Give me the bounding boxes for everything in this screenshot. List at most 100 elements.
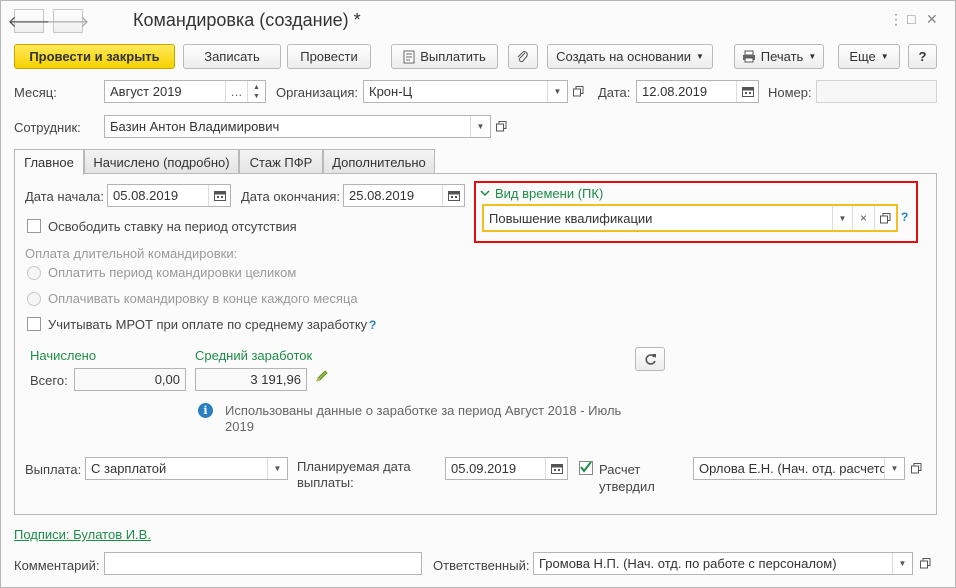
mrot-help-icon[interactable]: ?: [369, 318, 376, 332]
tab-additional[interactable]: Дополнительно: [323, 149, 435, 174]
payout-dropdown-button[interactable]: ▼: [267, 458, 287, 479]
start-date-field[interactable]: 05.08.2019: [107, 184, 231, 207]
info-text-line1: Использованы данные о заработке за перио…: [225, 403, 622, 418]
responsible-field[interactable]: Громова Н.П. (Нач. отд. по работе с перс…: [533, 552, 913, 575]
average-earnings-label: Средний заработок: [195, 348, 313, 363]
time-type-clear-button[interactable]: ×: [852, 206, 874, 230]
month-spinner[interactable]: ▲ ▼: [247, 81, 265, 102]
comment-label: Комментарий:: [14, 558, 100, 573]
post-button[interactable]: Провести: [287, 44, 371, 69]
open-approved-by-button[interactable]: [906, 458, 926, 479]
signatures-link[interactable]: Подписи: Булатов И.В.: [14, 527, 151, 542]
organization-dropdown-button[interactable]: ▼: [547, 81, 567, 102]
edit-average-button[interactable]: [315, 369, 329, 383]
date-calendar-button[interactable]: [736, 81, 758, 102]
calculation-approved-checkbox[interactable]: [579, 461, 593, 475]
dropdown-arrow-icon: ▼: [695, 52, 704, 61]
create-based-on-label: Создать на основании: [556, 49, 691, 64]
comment-field[interactable]: [104, 552, 422, 575]
payout-label: Выплата:: [25, 462, 82, 477]
back-button[interactable]: 🡐: [8, 9, 50, 33]
tab-pension-experience[interactable]: Стаж ПФР: [239, 149, 323, 174]
open-organization-button[interactable]: [568, 81, 588, 102]
organization-field[interactable]: Крон-Ц ▼: [363, 80, 568, 103]
attach-button[interactable]: [508, 44, 538, 69]
more-label: Еще: [849, 49, 876, 64]
payout-field[interactable]: С зарплатой ▼: [85, 457, 288, 480]
close-icon[interactable]: ✕: [926, 11, 938, 28]
open-time-type-button[interactable]: [874, 206, 896, 230]
tab-main[interactable]: Главное: [14, 149, 84, 175]
forward-button[interactable]: 🡒: [47, 9, 89, 33]
time-type-value: Повышение квалификации: [489, 210, 653, 226]
arrow-left-icon: 🡐: [7, 13, 51, 31]
month-label: Месяц:: [14, 85, 57, 100]
release-rate-label: Освободить ставку на период отсутствия: [48, 219, 297, 234]
mrot-checkbox[interactable]: [27, 317, 41, 331]
organization-value: Крон-Ц: [369, 84, 413, 99]
total-field: 0,00: [74, 368, 186, 391]
save-button[interactable]: Записать: [183, 44, 281, 69]
open-employee-button[interactable]: [491, 116, 511, 137]
approved-label-line1: Расчет: [599, 462, 641, 477]
employee-dropdown-button[interactable]: ▼: [470, 116, 490, 137]
time-type-label: Вид времени (ПК): [495, 186, 604, 201]
pay-button[interactable]: Выплатить: [391, 44, 498, 69]
planned-date-label-line1: Планируемая дата: [297, 459, 411, 474]
start-date-label: Дата начала:: [25, 189, 104, 204]
start-date-calendar-button[interactable]: [208, 185, 230, 206]
refresh-button[interactable]: [635, 347, 665, 371]
approved-by-dropdown-button[interactable]: ▼: [884, 458, 904, 479]
end-date-calendar-button[interactable]: [442, 185, 464, 206]
page-title: Командировка (создание) *: [133, 10, 361, 30]
more-button[interactable]: Еще ▼: [838, 44, 900, 69]
month-field[interactable]: Август 2019 … ▲ ▼: [104, 80, 266, 103]
pay-label: Выплатить: [420, 49, 486, 64]
release-rate-checkbox[interactable]: [27, 219, 41, 233]
number-field[interactable]: [816, 80, 937, 103]
end-date-field[interactable]: 25.08.2019: [343, 184, 465, 207]
radio-pay-monthly[interactable]: [27, 292, 41, 306]
time-type-help-icon[interactable]: ?: [901, 210, 908, 224]
employee-value: Базин Антон Владимирович: [110, 119, 280, 134]
planned-date-field[interactable]: 05.09.2019: [445, 457, 568, 480]
approved-by-field[interactable]: Орлова Е.Н. (Нач. отд. расчетов ▼: [693, 457, 905, 480]
open-responsible-button[interactable]: [915, 553, 935, 574]
create-based-on-button[interactable]: Создать на основании ▼: [547, 44, 713, 69]
dropdown-arrow-icon: ▼: [880, 52, 889, 61]
select-month-button[interactable]: …: [225, 81, 247, 102]
spin-down-icon: ▼: [253, 92, 260, 100]
time-type-field[interactable]: Повышение квалификации ▼ ×: [482, 204, 898, 232]
average-earnings-value: 3 191,96: [250, 372, 301, 387]
help-button[interactable]: ?: [908, 44, 937, 69]
print-button[interactable]: Печать ▼: [734, 44, 824, 69]
date-field[interactable]: 12.08.2019: [636, 80, 759, 103]
calendar-icon: [213, 191, 226, 201]
planned-date-calendar-button[interactable]: [545, 458, 567, 479]
calendar-icon: [447, 191, 460, 201]
more-icon[interactable]: ⋮: [889, 11, 903, 28]
long-trip-payment-label: Оплата длительной командировки:: [25, 246, 238, 261]
start-date-value: 05.08.2019: [113, 188, 179, 203]
radio-pay-whole-period[interactable]: [27, 266, 41, 280]
maximize-icon[interactable]: □: [907, 11, 915, 27]
post-and-close-button[interactable]: Провести и закрыть: [14, 44, 175, 69]
date-value: 12.08.2019: [642, 84, 708, 99]
clear-icon: ×: [859, 211, 867, 225]
tab-accrued-detailed[interactable]: Начислено (подробно): [84, 149, 239, 174]
responsible-dropdown-button[interactable]: ▼: [892, 553, 912, 574]
calendar-icon: [550, 464, 563, 474]
paperclip-icon: [517, 50, 528, 62]
radio-pay-monthly-label: Оплачивать командировку в конце каждого …: [48, 291, 358, 306]
chevron-down-icon: ▼: [838, 213, 847, 223]
open-window-icon: [919, 558, 930, 569]
time-type-group-header[interactable]: Вид времени (ПК): [480, 186, 603, 201]
employee-field[interactable]: Базин Антон Владимирович ▼: [104, 115, 491, 138]
chevron-down-icon: ▼: [553, 87, 562, 96]
total-label: Всего:: [30, 373, 68, 388]
accrued-label: Начислено: [30, 348, 97, 363]
chevron-down-icon: ▼: [898, 559, 907, 568]
time-type-dropdown-button[interactable]: ▼: [832, 206, 852, 230]
month-value: Август 2019: [110, 84, 182, 99]
responsible-value: Громова Н.П. (Нач. отд. по работе с перс…: [539, 556, 837, 571]
